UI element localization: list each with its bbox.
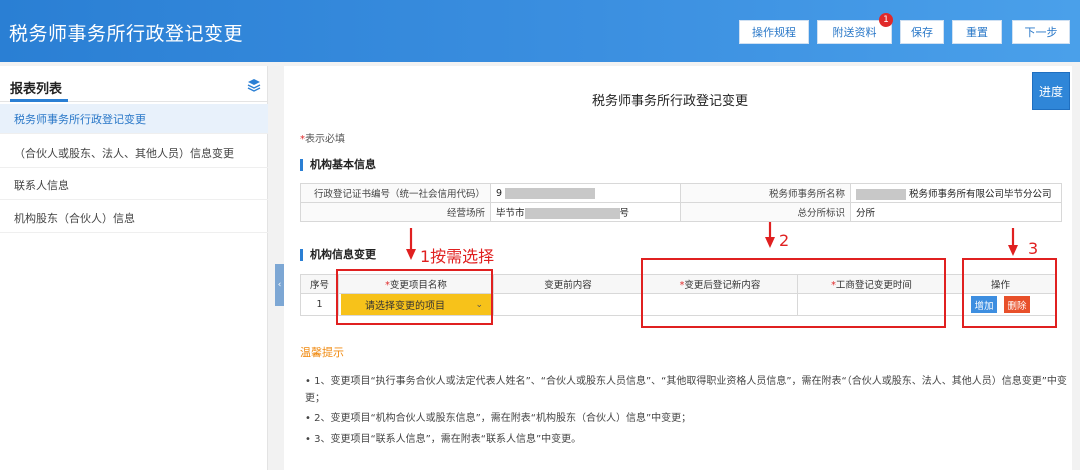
sidebar-title: 报表列表 [10, 82, 63, 97]
annotation-label-3: 3 [1028, 239, 1039, 258]
address-label: 经营场所 [300, 202, 491, 222]
branch-flag-label: 总分所标识 [680, 202, 851, 222]
cert-number-value: 9 [490, 183, 681, 203]
sidebar-item-personnel-change[interactable]: （合伙人或股东、法人、其他人员）信息变更 [0, 138, 268, 168]
annotation-arrow-2 [765, 222, 775, 248]
firm-name-text: 税务师事务所有限公司毕节分公司 [909, 189, 1052, 200]
tip-item: • 2、变更项目“机构合伙人或股东信息”，需在附表“机构股东（合伙人）信息”中变… [305, 413, 692, 424]
sidebar: 报表列表 税务师事务所行政登记变更 （合伙人或股东、法人、其他人员）信息变更 联… [0, 66, 268, 470]
basic-info-section-title: 机构基本信息 [300, 159, 376, 171]
required-note: *表示必填 [300, 130, 345, 145]
table-row: 经营场所 毕节市 号 总分所标识 分所 [300, 202, 1062, 222]
sidebar-item-shareholders[interactable]: 机构股东（合伙人）信息 [0, 203, 268, 233]
branch-flag-value: 分所 [850, 202, 1062, 222]
annotation-label-1: 1按需选择 [420, 247, 495, 266]
form-title: 税务师事务所行政登记变更 [592, 94, 749, 109]
attachments-count-badge: 1 [879, 13, 893, 27]
reset-button[interactable]: 重置 [952, 20, 1002, 44]
redacted-block [856, 189, 906, 200]
progress-button[interactable]: 进度 [1032, 72, 1070, 110]
address-prefix: 毕节市 [496, 208, 525, 219]
sidebar-collapse-handle[interactable]: ‹ [275, 264, 284, 306]
attachments-button-label: 附送资料 [832, 26, 877, 39]
redacted-block [524, 208, 620, 219]
annotation-arrow-1 [406, 228, 416, 260]
firm-name-label: 税务师事务所名称 [680, 183, 851, 203]
app-title: 税务师事务所行政登记变更 [9, 23, 244, 45]
sidebar-item-contact[interactable]: 联系人信息 [0, 170, 268, 200]
tip-text-1: 1、变更项目“执行事务合伙人或法定代表人姓名”、“合伙人或股东人员信息”、“其他… [305, 376, 1067, 404]
col-index: 序号 [300, 274, 339, 294]
tip-text-3: 3、变更项目“联系人信息”，需在附表“联系人信息”中变更。 [314, 434, 582, 445]
address-suffix: 号 [619, 208, 630, 219]
before-content-cell [493, 293, 643, 316]
tip-item: • 1、变更项目“执行事务合伙人或法定代表人姓名”、“合伙人或股东人员信息”、“… [305, 376, 1067, 404]
row-index: 1 [300, 293, 339, 316]
basic-info-table: 行政登记证书编号（统一社会信用代码） 9 税务师事务所名称 税务师事务所有限公司… [300, 183, 1062, 222]
cert-number-label: 行政登记证书编号（统一社会信用代码） [300, 183, 491, 203]
firm-name-value: 税务师事务所有限公司毕节分公司 [850, 183, 1062, 203]
tips-title: 温馨提示 [300, 346, 344, 359]
chevron-left-icon: ‹ [277, 280, 282, 290]
annotation-box-1 [336, 269, 493, 325]
tip-item: • 3、变更项目“联系人信息”，需在附表“联系人信息”中变更。 [305, 434, 582, 445]
annotation-arrow-3 [1008, 228, 1018, 256]
tip-text-2: 2、变更项目“机构合伙人或股东信息”，需在附表“机构股东（合伙人）信息”中变更； [314, 413, 692, 424]
table-row: 行政登记证书编号（统一社会信用代码） 9 税务师事务所名称 税务师事务所有限公司… [300, 183, 1062, 203]
save-button[interactable]: 保存 [900, 20, 944, 44]
attachments-button[interactable]: 附送资料 1 [817, 13, 893, 44]
cert-number-text: 9 [496, 187, 503, 199]
annotation-box-2 [641, 258, 946, 328]
layers-icon[interactable] [247, 78, 261, 92]
redacted-block [505, 187, 596, 199]
sidebar-title-underline [10, 99, 68, 102]
sidebar-header: 报表列表 [0, 66, 268, 102]
required-note-text: 表示必填 [305, 134, 345, 145]
annotation-label-2: 2 [779, 231, 790, 250]
operation-guide-button[interactable]: 操作规程 [739, 20, 809, 44]
col-before: 变更前内容 [493, 274, 643, 294]
annotation-box-3 [962, 258, 1057, 328]
change-info-section-title: 机构信息变更 [300, 249, 376, 261]
top-header: 税务师事务所行政登记变更 操作规程 附送资料 1 保存 重置 下一步 [0, 0, 1080, 62]
next-step-button[interactable]: 下一步 [1012, 20, 1070, 44]
address-value: 毕节市 号 [490, 202, 681, 222]
sidebar-item-firm-change[interactable]: 税务师事务所行政登记变更 [0, 104, 268, 134]
